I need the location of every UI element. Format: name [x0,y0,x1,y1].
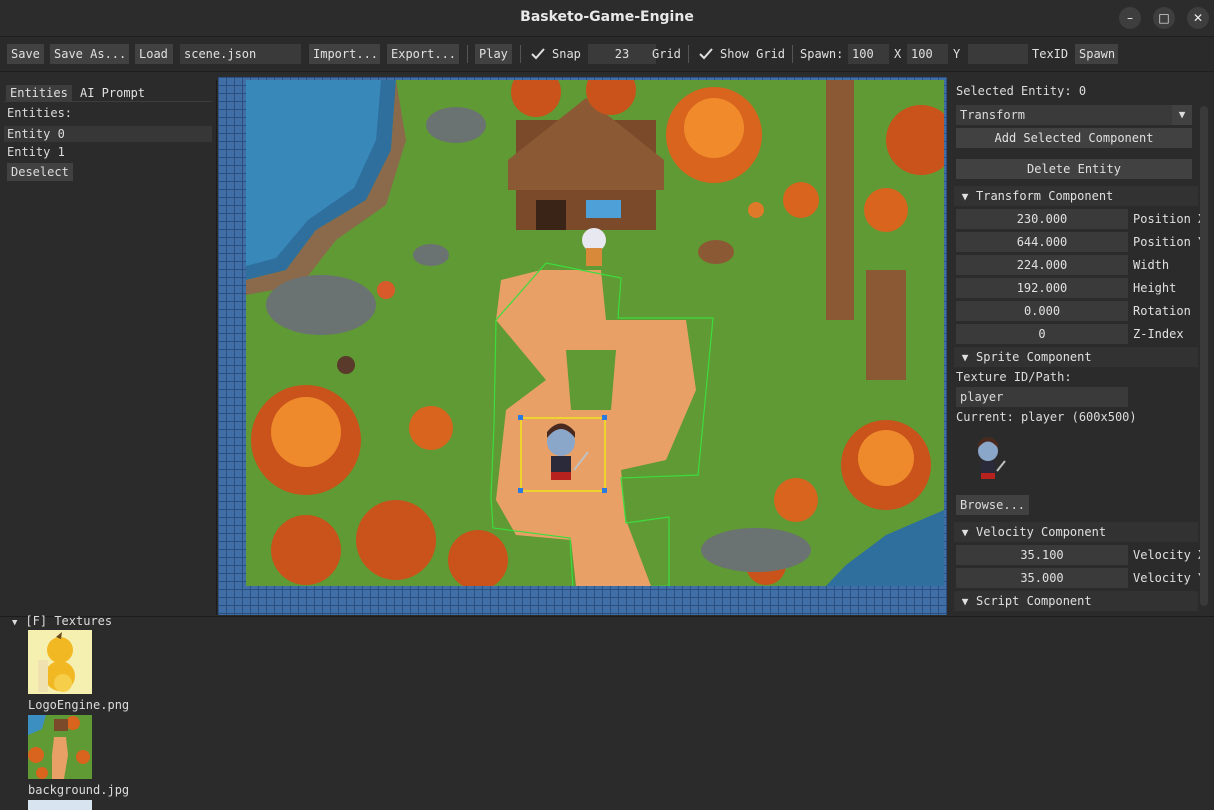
save-button[interactable]: Save [7,44,44,64]
textures-folder[interactable]: ▼ [F] Textures [12,613,112,629]
asset-filename: LogoEngine.png [28,698,130,712]
collapse-arrow-icon: ▼ [961,190,969,203]
close-button[interactable]: ✕ [1187,7,1209,29]
entity-list-item[interactable]: Entity 1 [7,144,65,160]
toolbar-separator [688,45,689,63]
height-field[interactable]: 192.000 [956,278,1128,298]
grid-label: Grid [652,47,681,61]
toolbar-separator [467,45,468,63]
position-x-label: Position X [1133,212,1206,226]
velocity-x-field[interactable]: 35.100 [956,545,1128,565]
window-title: Basketo-Game-Engine [520,9,694,25]
entities-heading: Entities: [7,106,73,120]
grid-size-input[interactable]: 23 [588,44,656,64]
y-label: Y [953,47,961,61]
minimize-button[interactable]: – [1119,7,1141,29]
texid-input[interactable] [968,44,1028,64]
delete-entity-button[interactable]: Delete Entity [956,159,1192,179]
textures-folder-label: [F] Textures [25,614,113,628]
velocity-y-field[interactable]: 35.000 [956,568,1128,588]
spawn-y-input[interactable]: 100 [907,44,948,64]
show-grid-checkbox[interactable] [698,45,714,63]
entity-list-item[interactable]: Entity 0 [4,126,212,142]
import-button[interactable]: Import... [309,44,380,64]
toolbar: Save Save As... Load scene.json Import..… [0,37,1214,72]
component-dropdown[interactable]: Transform ▼ [956,105,1192,125]
width-label: Width [1133,258,1170,272]
snap-checkbox[interactable] [530,45,546,63]
logo-engine-thumbnail[interactable] [28,630,92,694]
z-index-field[interactable]: 0 [956,324,1128,344]
toolbar-separator [520,45,521,63]
toolbar-separator [792,45,793,63]
tab-underline [4,101,212,102]
export-button[interactable]: Export... [387,44,459,64]
inspector-panel: Selected Entity: 0 Transform ▼ Add Selec… [950,80,1214,615]
rotation-label: Rotation [1133,304,1191,318]
asset-browser: ▼ [F] Textures LogoEngine.png background.… [0,613,1214,810]
texture-id-input[interactable]: player [956,387,1128,407]
background-thumbnail[interactable] [28,715,92,779]
texid-label: TexID [1032,47,1069,61]
spawn-label: Spawn: [800,47,844,61]
browse-button[interactable]: Browse... [956,495,1030,515]
height-label: Height [1133,281,1177,295]
scene-background [246,80,944,586]
velocity-y-label: Velocity Y [1133,571,1206,585]
component-dropdown-value: Transform [960,108,1026,122]
checkmark-icon [699,48,713,60]
position-y-label: Position Y [1133,235,1206,249]
sprite-preview-image [968,435,1008,485]
maximize-button[interactable]: □ [1153,7,1175,29]
asset-filename: background.jpg [28,783,130,797]
velocity-component-header[interactable]: ▼ Velocity Component [954,522,1198,542]
collapse-arrow-icon: ▼ [961,351,969,364]
width-field[interactable]: 224.000 [956,255,1128,275]
spawn-x-input[interactable]: 100 [848,44,889,64]
current-texture-label: Current: player (600x500) [956,410,1137,424]
position-x-field[interactable]: 230.000 [956,209,1128,229]
velocity-component-title: Velocity Component [976,525,1107,539]
tab-entities[interactable]: Entities [6,85,72,101]
chevron-down-icon: ▼ [1172,105,1192,125]
position-y-field[interactable]: 644.000 [956,232,1128,252]
scene-viewport[interactable] [218,77,947,615]
scene-file-input[interactable]: scene.json [180,44,301,64]
play-button[interactable]: Play [475,44,512,64]
transform-component-header[interactable]: ▼ Transform Component [954,186,1198,206]
add-component-button[interactable]: Add Selected Component [956,128,1192,148]
save-as-button[interactable]: Save As... [50,44,129,64]
load-button[interactable]: Load [135,44,173,64]
background-image [28,715,90,779]
snap-label: Snap [552,47,581,61]
checkmark-icon [531,48,545,60]
collapse-arrow-icon: ▼ [961,526,969,539]
script-component-header[interactable]: ▼ Script Component [954,591,1198,611]
inspector-scrollbar[interactable] [1200,106,1208,606]
transform-component-title: Transform Component [976,189,1114,203]
rotation-field[interactable]: 0.000 [956,301,1128,321]
title-bar: Basketo-Game-Engine – □ ✕ [0,0,1214,37]
sprite-component-header[interactable]: ▼ Sprite Component [954,347,1198,367]
tab-ai-prompt[interactable]: AI Prompt [76,85,149,101]
script-component-title: Script Component [976,594,1092,608]
spawn-button[interactable]: Spawn [1075,44,1118,64]
logo-engine-image [38,632,75,692]
sprite-component-title: Sprite Component [976,350,1092,364]
z-index-label: Z-Index [1133,327,1184,341]
selected-entity-label: Selected Entity: 0 [956,84,1087,98]
deselect-button[interactable]: Deselect [7,163,73,181]
collapse-arrow-icon: ▼ [961,595,969,608]
expand-arrow-icon: ▼ [12,618,18,628]
velocity-x-label: Velocity X [1133,548,1206,562]
entities-panel: Entities AI Prompt Entities: Entity 0 En… [0,80,217,615]
show-grid-label: Show Grid [720,47,786,61]
x-label: X [894,47,902,61]
texture-id-label: Texture ID/Path: [956,370,1072,384]
background-map-image [246,80,944,586]
